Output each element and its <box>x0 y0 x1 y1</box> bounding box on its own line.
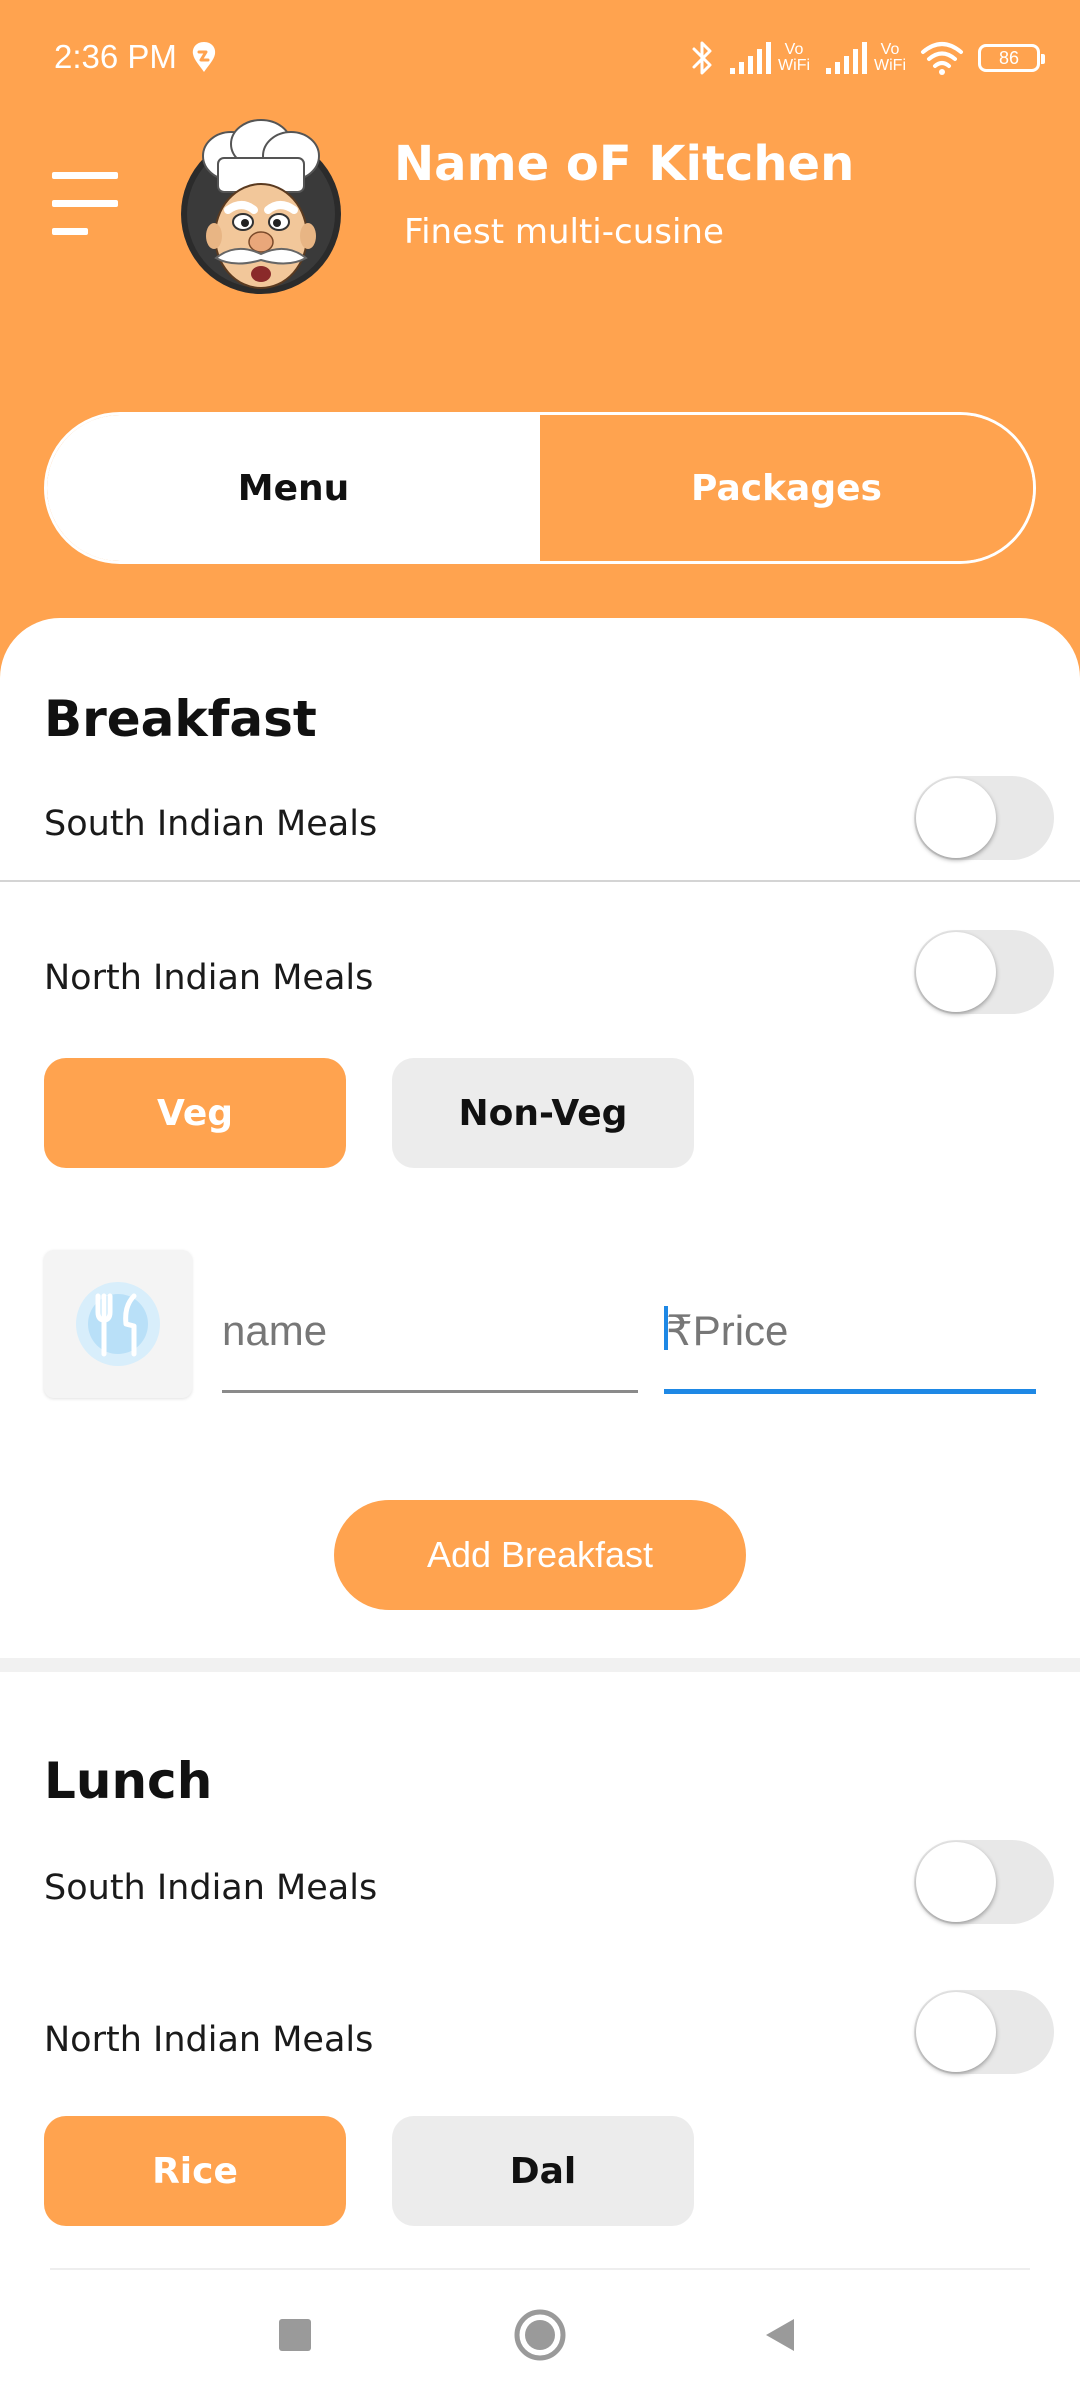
app-notification-icon <box>192 42 216 72</box>
toggle-knob <box>916 1842 996 1922</box>
lunch-south-indian-label: South Indian Meals <box>44 1868 378 1908</box>
recents-square-icon <box>279 2319 311 2351</box>
home-circle-icon <box>514 2309 566 2361</box>
dish-image-picker[interactable] <box>44 1250 192 1398</box>
price-underline-focused <box>664 1389 1036 1394</box>
sim2-signal: Vo WiFi <box>824 40 906 76</box>
item-price-input[interactable] <box>666 1270 1036 1392</box>
toggle-knob <box>916 1992 996 2072</box>
item-name-input[interactable] <box>222 1270 638 1392</box>
signal-icon <box>826 42 868 74</box>
lunch-north-indian-toggle[interactable] <box>914 1990 1054 2074</box>
kitchen-tagline: Finest multi-cusine <box>404 212 724 252</box>
text-cursor <box>664 1306 668 1350</box>
signal-icon <box>730 42 772 74</box>
add-breakfast-button[interactable]: Add Breakfast <box>334 1500 746 1610</box>
hamburger-menu-icon[interactable] <box>52 172 118 236</box>
wifi-icon <box>921 42 963 75</box>
status-bar: 2:36 PM Vo WiFi Vo WiFi 86 <box>0 0 1080 120</box>
status-icons: Vo WiFi Vo WiFi 86 <box>690 36 1045 80</box>
section-separator <box>0 1658 1080 1672</box>
menu-packages-tabs: Menu Packages <box>44 412 1036 564</box>
back-button[interactable] <box>735 2290 825 2380</box>
battery-icon: 86 <box>978 44 1045 72</box>
bluetooth-icon <box>692 41 712 75</box>
breakfast-south-indian-toggle[interactable] <box>914 776 1054 860</box>
sim1-volte-label: Vo WiFi <box>778 41 811 74</box>
tab-packages[interactable]: Packages <box>540 415 1033 561</box>
chip-veg[interactable]: Veg <box>44 1058 346 1168</box>
cutlery-icon <box>76 1282 160 1366</box>
lunch-title: Lunch <box>44 1752 213 1810</box>
divider <box>0 880 1080 882</box>
breakfast-north-indian-label: North Indian Meals <box>44 958 374 998</box>
chef-avatar <box>181 119 341 294</box>
sim1-signal: Vo WiFi <box>728 40 810 76</box>
battery-level: 86 <box>998 47 1020 68</box>
kitchen-name: Name oF Kitchen <box>394 136 855 192</box>
tab-menu[interactable]: Menu <box>47 415 540 561</box>
chip-rice[interactable]: Rice <box>44 2116 346 2226</box>
status-time: 2:36 PM <box>54 38 177 75</box>
chip-non-veg[interactable]: Non-Veg <box>392 1058 694 1168</box>
toggle-knob <box>916 932 996 1012</box>
home-button[interactable] <box>495 2290 585 2380</box>
breakfast-south-indian-label: South Indian Meals <box>44 804 378 844</box>
sim2-volte-label: Vo WiFi <box>874 41 906 74</box>
breakfast-north-indian-toggle[interactable] <box>914 930 1054 1014</box>
breakfast-title: Breakfast <box>44 690 317 748</box>
lunch-south-indian-toggle[interactable] <box>914 1840 1054 1924</box>
name-underline <box>222 1390 638 1393</box>
recents-button[interactable] <box>250 2290 340 2380</box>
back-triangle-icon <box>766 2319 794 2351</box>
toggle-knob <box>916 778 996 858</box>
system-nav-bar <box>0 2270 1080 2400</box>
chip-dal[interactable]: Dal <box>392 2116 694 2226</box>
lunch-north-indian-label: North Indian Meals <box>44 2020 374 2060</box>
app-screen: 2:36 PM Vo WiFi Vo WiFi 86 Name oF Kitch… <box>0 0 1080 2400</box>
